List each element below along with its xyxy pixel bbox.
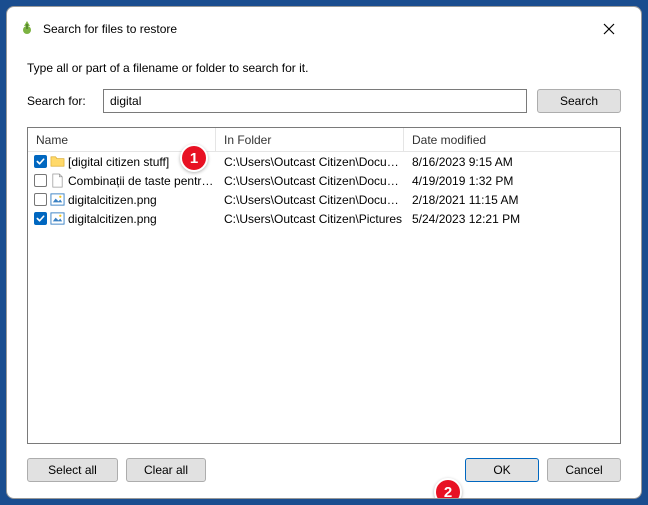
search-input[interactable] [103,89,527,113]
image-icon [50,211,65,226]
annotation-badge-1: 1 [180,144,208,172]
list-body: [digital citizen stuff] C:\Users\Outcast … [28,152,620,443]
row-checkbox[interactable] [34,212,47,225]
bottom-buttons: Select all Clear all OK Cancel [27,444,621,482]
search-label: Search for: [27,94,93,108]
content-area: Type all or part of a filename or folder… [7,51,641,498]
table-row[interactable]: Combinații de taste pentru ...C:\Users\O… [28,171,620,190]
search-button[interactable]: Search [537,89,621,113]
close-button[interactable] [589,15,629,43]
file-date: 8/16/2023 9:15 AM [404,155,620,169]
table-row[interactable]: [digital citizen stuff] C:\Users\Outcast … [28,152,620,171]
file-icon [50,173,65,188]
file-date: 4/19/2019 1:32 PM [404,174,620,188]
instruction-text: Type all or part of a filename or folder… [27,61,621,75]
file-folder: C:\Users\Outcast Citizen\Docum... [216,174,404,188]
row-checkbox[interactable] [34,155,47,168]
cancel-button[interactable]: Cancel [547,458,621,482]
file-date: 5/24/2023 12:21 PM [404,212,620,226]
row-checkbox[interactable] [34,193,47,206]
annotation-badge-2: 2 [434,478,462,499]
file-name: [digital citizen stuff] [68,155,169,169]
file-folder: C:\Users\Outcast Citizen\Pictures [216,212,404,226]
file-date: 2/18/2021 11:15 AM [404,193,620,207]
image-icon [50,192,65,207]
file-folder: C:\Users\Outcast Citizen\Docum... [216,193,404,207]
folder-icon [50,154,65,169]
titlebar: Search for files to restore [7,7,641,51]
ok-button[interactable]: OK [465,458,539,482]
close-icon [603,23,615,35]
list-header: Name In Folder Date modified [28,128,620,152]
search-row: Search for: Search [27,89,621,113]
column-date[interactable]: Date modified [404,128,620,151]
table-row[interactable]: digitalcitizen.png C:\Users\Outcast Citiz… [28,209,620,228]
dialog-window: Search for files to restore Type all or … [6,6,642,499]
file-folder: C:\Users\Outcast Citizen\Docum... [216,155,404,169]
file-name: digitalcitizen.png [68,212,157,226]
select-all-button[interactable]: Select all [27,458,118,482]
file-name: digitalcitizen.png [68,193,157,207]
column-folder[interactable]: In Folder [216,128,404,151]
window-title: Search for files to restore [43,22,581,36]
row-checkbox[interactable] [34,174,47,187]
table-row[interactable]: digitalcitizen.png C:\Users\Outcast Citiz… [28,190,620,209]
clear-all-button[interactable]: Clear all [126,458,206,482]
file-name: Combinații de taste pentru ... [68,174,216,188]
results-list: Name In Folder Date modified [digital ci… [27,127,621,444]
app-icon [19,19,35,40]
